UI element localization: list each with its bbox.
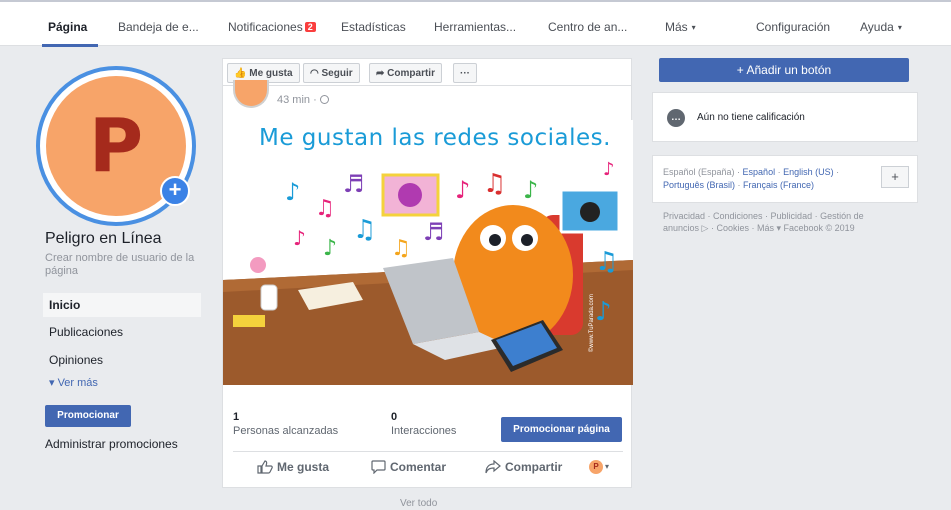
svg-text:♫: ♫ bbox=[595, 247, 618, 277]
like-post-button[interactable]: Me gusta bbox=[257, 460, 329, 474]
thumbs-up-icon: 👍 bbox=[234, 68, 247, 79]
language-link[interactable]: English (US) bbox=[783, 167, 834, 177]
nav-tab-configuracion[interactable]: Configuración bbox=[756, 20, 830, 34]
people-reached-label: Personas alcanzadas bbox=[233, 425, 339, 437]
language-card: Español (España) · Español · English (US… bbox=[652, 155, 918, 203]
globe-icon bbox=[319, 95, 329, 104]
notification-badge: 2 bbox=[304, 22, 316, 32]
rating-text: Aún no tiene calificación bbox=[697, 112, 805, 123]
chevron-down-icon: ▾ bbox=[691, 23, 696, 32]
svg-text:♫: ♫ bbox=[391, 236, 411, 261]
svg-text:♫: ♫ bbox=[315, 196, 335, 221]
footer-links[interactable]: Privacidad · Condiciones · Publicidad · … bbox=[663, 210, 873, 234]
current-language: Español (España) bbox=[663, 167, 735, 177]
left-nav-opiniones[interactable]: Opiniones bbox=[43, 348, 201, 372]
chevron-down-icon[interactable]: ▾ bbox=[605, 462, 609, 471]
top-navigation: Página Bandeja de e... Notificaciones 2 E… bbox=[0, 0, 951, 47]
svg-text:♪: ♪ bbox=[603, 159, 615, 180]
svg-text:♪: ♪ bbox=[285, 178, 300, 206]
follow-label: Seguir bbox=[321, 68, 353, 79]
share-page-button[interactable]: ➦ Compartir bbox=[369, 63, 442, 83]
share-icon bbox=[485, 459, 501, 474]
rating-bubble-icon: … bbox=[667, 109, 685, 127]
nav-tab-notificaciones[interactable]: Notificaciones 2 bbox=[228, 20, 316, 34]
svg-text:♬: ♬ bbox=[343, 170, 365, 198]
more-options-button[interactable]: ··· bbox=[453, 63, 477, 83]
avatar-letter: P bbox=[88, 103, 144, 189]
create-username-link[interactable]: Crear nombre de usuario de la página bbox=[45, 252, 195, 278]
nav-tab-herramientas[interactable]: Herramientas... bbox=[434, 20, 516, 34]
post-timestamp[interactable]: 43 min · bbox=[277, 94, 329, 106]
svg-text:♪: ♪ bbox=[595, 297, 612, 327]
post-time-text: 43 min · bbox=[277, 94, 317, 106]
add-button[interactable]: + Añadir un botón bbox=[659, 58, 909, 82]
svg-text:♪: ♪ bbox=[293, 226, 306, 250]
language-link[interactable]: Português (Brasil) bbox=[663, 180, 735, 190]
nav-tab-ayuda-label: Ayuda bbox=[860, 20, 894, 34]
image-credit: ©www.TuParada.com bbox=[589, 294, 595, 352]
language-link[interactable]: Français (France) bbox=[743, 180, 814, 190]
language-list: Español (España) · Español · English (US… bbox=[663, 167, 840, 190]
share-page-label: Compartir bbox=[387, 68, 435, 79]
people-reached-value: 1 bbox=[233, 411, 240, 423]
comment-icon bbox=[371, 460, 386, 475]
chevron-down-icon: ▾ bbox=[897, 23, 902, 32]
nav-tab-mas-label: Más bbox=[665, 20, 688, 34]
nav-tab-estadisticas[interactable]: Estadísticas bbox=[341, 20, 406, 34]
svg-text:♪: ♪ bbox=[323, 236, 337, 261]
see-more-link[interactable]: ▾ Ver más bbox=[49, 376, 98, 389]
left-nav-publicaciones[interactable]: Publicaciones bbox=[43, 320, 201, 344]
svg-text:♪: ♪ bbox=[523, 176, 538, 204]
rss-icon: ◠ bbox=[310, 68, 319, 79]
svg-text:♫: ♫ bbox=[353, 215, 376, 245]
follow-button[interactable]: ◠ Seguir bbox=[303, 63, 360, 83]
language-link[interactable]: Español bbox=[743, 167, 776, 177]
promote-page-button[interactable]: Promocionar página bbox=[501, 417, 622, 442]
interactions-value: 0 bbox=[391, 411, 398, 423]
page-action-bar: 👍 Me gusta ◠ Seguir ➦ Compartir ··· bbox=[222, 58, 632, 86]
add-language-button[interactable]: + bbox=[881, 166, 909, 188]
nav-tab-ayuda[interactable]: Ayuda ▾ bbox=[860, 20, 902, 34]
post-avatar[interactable] bbox=[233, 80, 269, 108]
thumbs-up-icon bbox=[257, 460, 273, 474]
divider bbox=[233, 451, 623, 452]
manage-promotions-link[interactable]: Administrar promociones bbox=[45, 437, 178, 451]
share-post-label: Compartir bbox=[505, 460, 563, 474]
share-arrow-icon: ➦ bbox=[376, 68, 385, 79]
active-tab-indicator bbox=[42, 44, 98, 47]
interactions-label: Interacciones bbox=[391, 425, 457, 437]
post-image[interactable]: ♪ ♫ ♬ ♫ ♪ ♪ ♫ ♬ ♪ ♫ ♪ ♫ ♪ ♪ Me gustan la… bbox=[223, 120, 633, 385]
plus-circle-icon[interactable]: + bbox=[160, 176, 190, 206]
promote-button[interactable]: Promocionar bbox=[45, 405, 131, 427]
nav-tab-pagina[interactable]: Página bbox=[48, 20, 87, 34]
post-illustration: ♪ ♫ ♬ ♫ ♪ ♪ ♫ ♬ ♪ ♫ ♪ ♫ ♪ ♪ bbox=[223, 120, 633, 385]
svg-text:♫: ♫ bbox=[483, 169, 506, 199]
comment-button[interactable]: Comentar bbox=[371, 460, 447, 475]
people-reached-stat[interactable]: 1 Personas alcanzadas bbox=[233, 411, 338, 437]
post-image-caption: Me gustan las redes sociales. bbox=[259, 125, 611, 151]
nav-tab-bandeja[interactable]: Bandeja de e... bbox=[118, 20, 199, 34]
below-post-text: Ver todo bbox=[400, 498, 438, 509]
nav-tab-centro[interactable]: Centro de an... bbox=[548, 20, 627, 34]
like-post-label: Me gusta bbox=[277, 460, 330, 474]
post-as-avatar[interactable]: P bbox=[589, 460, 603, 474]
page-name[interactable]: Peligro en Línea bbox=[45, 230, 162, 248]
svg-text:♪: ♪ bbox=[455, 176, 470, 204]
nav-tab-mas[interactable]: Más ▾ bbox=[665, 20, 696, 34]
post-card: 43 min · ♪ ♫ ♬ ♫ ♪ ♪ ♫ ♬ ♪ ♫ ♪ ♫ ♪ ♪ Me … bbox=[222, 80, 633, 488]
share-post-button[interactable]: Compartir bbox=[485, 459, 563, 474]
interactions-stat[interactable]: 0 Interacciones bbox=[391, 411, 456, 437]
left-nav-inicio[interactable]: Inicio bbox=[43, 293, 201, 317]
like-page-label: Me gusta bbox=[249, 68, 293, 79]
comment-label: Comentar bbox=[390, 460, 447, 474]
svg-text:♬: ♬ bbox=[423, 218, 445, 246]
nav-tab-notificaciones-label: Notificaciones bbox=[228, 20, 303, 34]
rating-card: … Aún no tiene calificación bbox=[652, 92, 918, 142]
